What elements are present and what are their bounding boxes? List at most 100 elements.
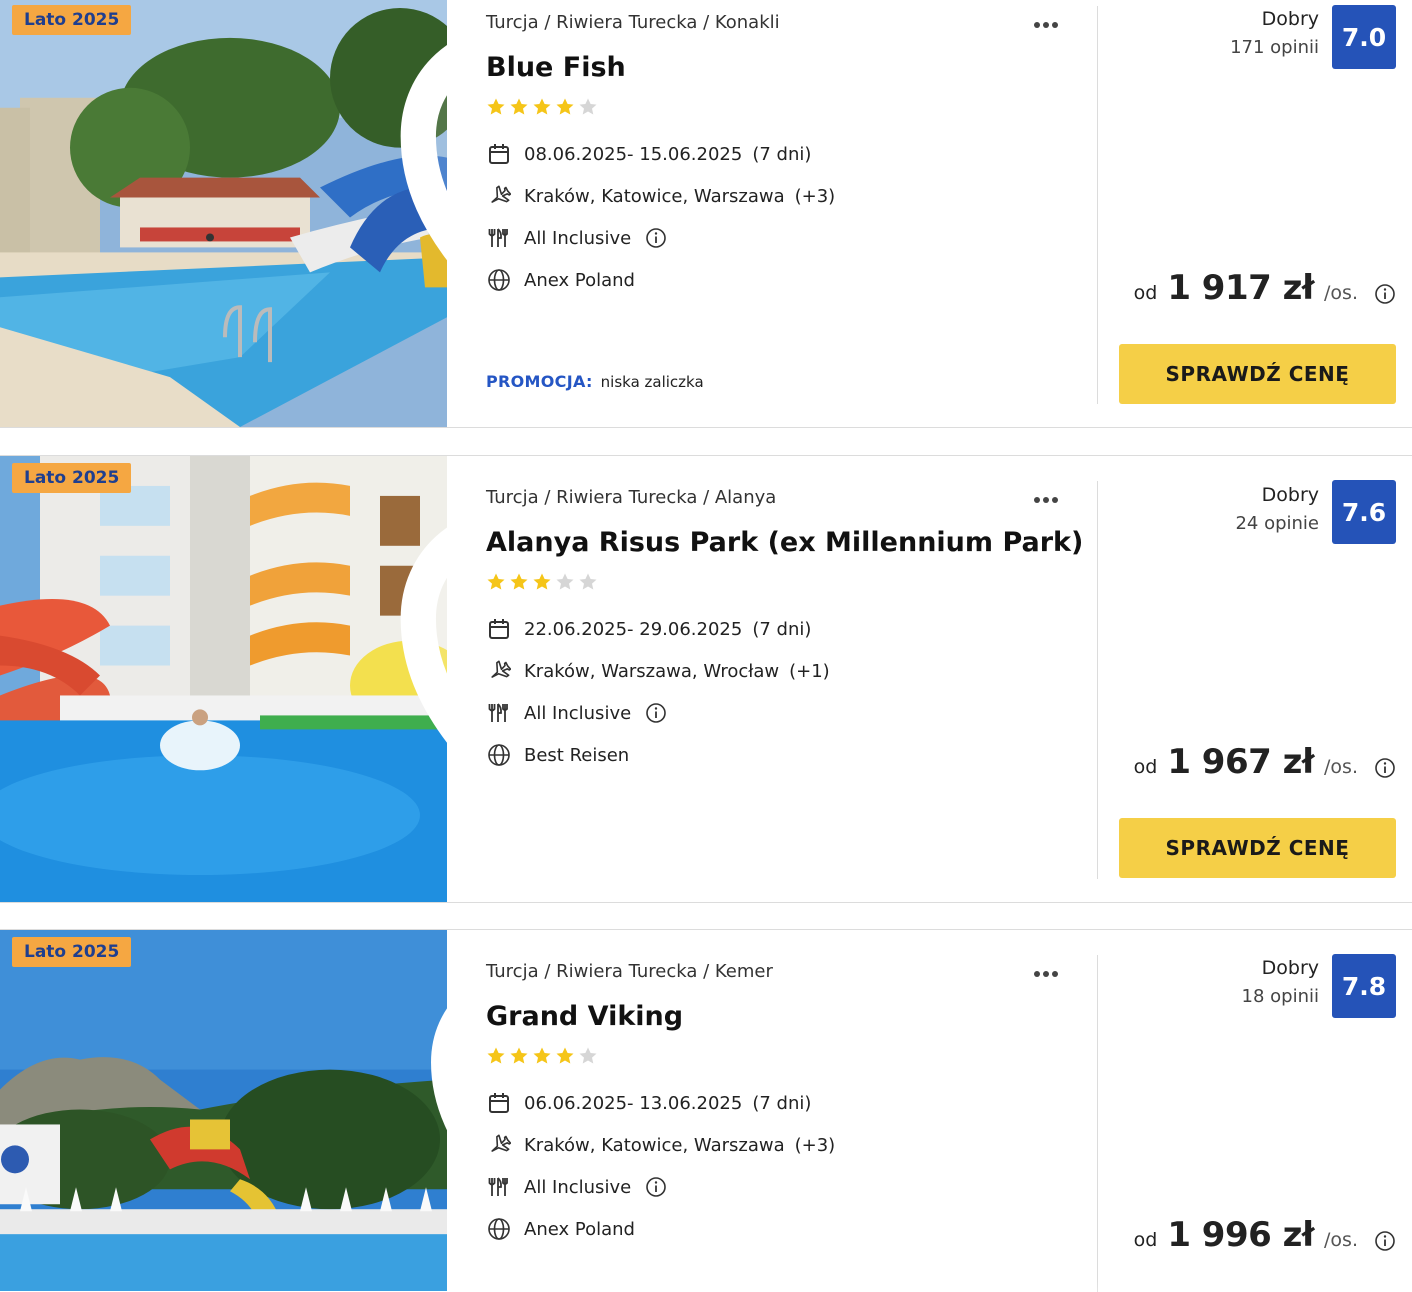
- dates-text: 06.06.2025- 13.06.2025: [524, 1092, 743, 1114]
- more-dots-icon[interactable]: [1034, 13, 1068, 33]
- promo-line: PROMOCJA: niska zaliczka: [486, 372, 704, 391]
- operator-text: Best Reisen: [524, 744, 630, 766]
- check-price-button[interactable]: SPRAWDŹ CENĘ: [1119, 344, 1396, 404]
- star-icon: [533, 1047, 551, 1064]
- board-row: All Inclusive: [486, 700, 667, 726]
- dates-row: 06.06.2025- 13.06.2025 (7 dni): [486, 1090, 811, 1116]
- departures-row: Kraków, Katowice, Warszawa (+3): [486, 1132, 835, 1158]
- globe-icon: [486, 1216, 512, 1242]
- price-value: 1 917 zł: [1167, 268, 1315, 308]
- price-line: od 1 996 zł /os.: [1134, 1215, 1358, 1255]
- score-badge: 7.0: [1332, 5, 1396, 69]
- board-row: All Inclusive: [486, 225, 667, 251]
- hotel-photo[interactable]: Lato 2025: [0, 930, 447, 1291]
- star-icon: [487, 1047, 505, 1064]
- rating-summary: Dobry 24 opinie: [1235, 484, 1319, 534]
- price-prefix: od: [1133, 1229, 1158, 1251]
- offer-card[interactable]: Lato 2025 Turcja / Riwiera Turecka / Ala…: [0, 455, 1412, 903]
- divider: [1097, 955, 1098, 1292]
- star-icon: [510, 1047, 528, 1064]
- info-icon[interactable]: [645, 702, 667, 724]
- hotel-name[interactable]: Blue Fish: [486, 52, 626, 83]
- plane-icon: [486, 1132, 512, 1158]
- calendar-icon: [486, 616, 512, 642]
- hotel-name[interactable]: Grand Viking: [486, 1001, 683, 1032]
- operator-row: Anex Poland: [486, 267, 635, 293]
- info-icon[interactable]: [1374, 283, 1396, 305]
- heart-icon[interactable]: [383, 4, 447, 427]
- season-badge: Lato 2025: [12, 5, 132, 35]
- price-line: od 1 967 zł /os.: [1134, 742, 1358, 782]
- star-icon: [556, 573, 574, 590]
- more-dots-icon[interactable]: [1034, 962, 1068, 982]
- check-price-button[interactable]: SPRAWDŹ CENĘ: [1119, 818, 1396, 878]
- location-breadcrumb[interactable]: Turcja / Riwiera Turecka / Alanya: [486, 487, 776, 508]
- offer-card[interactable]: Lato 2025 Turcja / Riwiera Turecka / Kon…: [0, 0, 1412, 428]
- rating-word: Dobry: [1261, 484, 1319, 506]
- star-icon: [510, 573, 528, 590]
- departures-more[interactable]: (+3): [795, 1135, 836, 1156]
- star-icon: [487, 98, 505, 115]
- heart-icon[interactable]: [383, 952, 447, 1291]
- pool-slide-photo: [0, 0, 447, 427]
- hotel-photo[interactable]: Lato 2025: [0, 0, 447, 427]
- score-badge: 7.8: [1332, 954, 1396, 1018]
- price-suffix: /os.: [1324, 282, 1358, 304]
- departures-row: Kraków, Katowice, Warszawa (+3): [486, 183, 835, 209]
- review-count[interactable]: 18 opinii: [1242, 986, 1319, 1007]
- operator-text: Anex Poland: [524, 1218, 635, 1240]
- board-row: All Inclusive: [486, 1174, 667, 1200]
- hotel-name[interactable]: Alanya Risus Park (ex Millennium Park): [486, 527, 1083, 558]
- departures-more[interactable]: (+3): [795, 186, 836, 207]
- star-icon: [579, 1047, 597, 1064]
- star-icon: [579, 573, 597, 590]
- price-prefix: od: [1133, 282, 1158, 304]
- star-icon: [556, 98, 574, 115]
- price-suffix: /os.: [1324, 1229, 1358, 1251]
- globe-icon: [486, 742, 512, 768]
- price-line: od 1 917 zł /os.: [1134, 268, 1358, 308]
- rating-summary: Dobry 18 opinii: [1242, 957, 1319, 1007]
- board-text: All Inclusive: [524, 702, 632, 724]
- score-badge: 7.6: [1332, 480, 1396, 544]
- more-dots-icon[interactable]: [1034, 488, 1068, 508]
- dates-text: 22.06.2025- 29.06.2025: [524, 618, 743, 640]
- info-icon[interactable]: [1374, 757, 1396, 779]
- offer-card[interactable]: Lato 2025 Turcja / Riwiera Turecka / Kem…: [0, 929, 1412, 1292]
- cutlery-icon: [486, 700, 512, 726]
- price-value: 1 996 zł: [1167, 1215, 1315, 1255]
- info-icon[interactable]: [645, 1176, 667, 1198]
- operator-row: Best Reisen: [486, 742, 629, 768]
- board-text: All Inclusive: [524, 1176, 632, 1198]
- promo-text: niska zaliczka: [600, 373, 704, 391]
- location-breadcrumb[interactable]: Turcja / Riwiera Turecka / Konakli: [486, 12, 780, 33]
- offer-info: Turcja / Riwiera Turecka / Kemer Grand V…: [486, 947, 1076, 1292]
- star-icon: [579, 98, 597, 115]
- location-breadcrumb[interactable]: Turcja / Riwiera Turecka / Kemer: [486, 961, 773, 982]
- season-badge: Lato 2025: [12, 937, 132, 967]
- heart-icon[interactable]: [383, 478, 447, 902]
- star-rating: [486, 572, 598, 592]
- dates-row: 08.06.2025- 15.06.2025 (7 dni): [486, 141, 811, 167]
- cutlery-icon: [486, 1174, 512, 1200]
- operator-row: Anex Poland: [486, 1216, 635, 1242]
- divider: [1097, 481, 1098, 879]
- review-count[interactable]: 171 opinii: [1230, 37, 1319, 58]
- offer-info: Turcja / Riwiera Turecka / Alanya Alanya…: [486, 473, 1083, 921]
- plane-icon: [486, 183, 512, 209]
- star-icon: [533, 573, 551, 590]
- rating-word: Dobry: [1261, 957, 1319, 979]
- hotel-photo[interactable]: Lato 2025: [0, 456, 447, 902]
- info-icon[interactable]: [645, 227, 667, 249]
- pool-mountain-photo: [0, 930, 447, 1291]
- info-icon[interactable]: [1374, 1230, 1396, 1252]
- departures-more[interactable]: (+1): [789, 661, 830, 682]
- star-icon: [487, 573, 505, 590]
- calendar-icon: [486, 141, 512, 167]
- review-count[interactable]: 24 opinie: [1235, 513, 1319, 534]
- duration-text: (7 dni): [752, 618, 812, 640]
- operator-text: Anex Poland: [524, 269, 635, 291]
- departures-text: Kraków, Katowice, Warszawa: [524, 1134, 785, 1156]
- star-icon: [510, 98, 528, 115]
- dates-row: 22.06.2025- 29.06.2025 (7 dni): [486, 616, 811, 642]
